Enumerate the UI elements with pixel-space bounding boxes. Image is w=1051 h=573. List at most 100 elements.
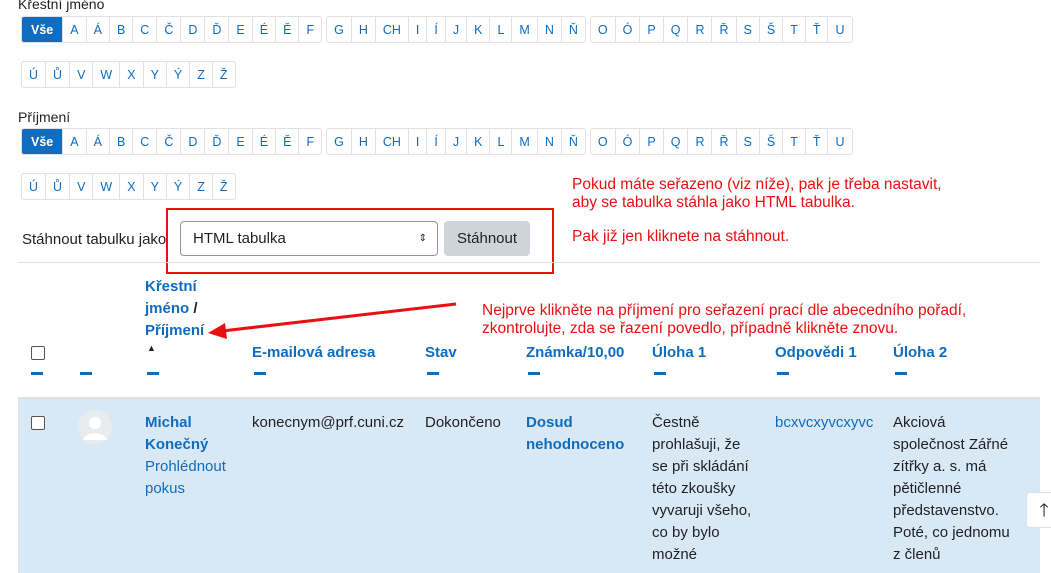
letter[interactable]: L [490, 129, 513, 154]
letter[interactable]: H [352, 17, 376, 42]
letter[interactable]: S [737, 129, 760, 154]
letter[interactable]: P [640, 129, 664, 154]
letter[interactable]: Ý [167, 62, 191, 87]
letter[interactable]: X [120, 62, 144, 87]
letter[interactable]: M [512, 17, 538, 42]
letter[interactable]: Ě [276, 129, 300, 154]
collapse-column-icon[interactable] [654, 372, 666, 375]
question-2-cell[interactable]: Akciová společnost Zářné zítřky a. s. má… [893, 412, 1010, 566]
letter[interactable]: J [446, 17, 468, 42]
letter[interactable]: Ř [712, 17, 737, 42]
grade-cell[interactable]: Dosud nehodnoceno [526, 412, 624, 456]
letter[interactable]: B [110, 129, 134, 154]
letter[interactable]: N [538, 17, 562, 42]
letter[interactable]: A [63, 129, 87, 154]
letter[interactable]: Ů [46, 174, 71, 199]
letter[interactable]: Ť [806, 129, 829, 154]
letter[interactable]: Č [157, 129, 182, 154]
student-last-name[interactable]: Konečný [145, 434, 226, 456]
letter[interactable]: E [229, 17, 253, 42]
letter[interactable]: R [688, 17, 713, 42]
letter[interactable]: K [467, 17, 491, 42]
letter[interactable]: K [467, 129, 491, 154]
header-first-name-line-2[interactable]: jméno [145, 300, 189, 317]
letter[interactable]: Ů [46, 62, 71, 87]
letter[interactable]: F [299, 17, 321, 42]
letter[interactable]: V [70, 174, 94, 199]
review-attempt-link-line-2[interactable]: pokus [145, 478, 226, 500]
letter[interactable]: Ó [616, 17, 641, 42]
letter[interactable]: W [93, 174, 121, 199]
row-checkbox[interactable] [31, 416, 45, 430]
letter[interactable]: Ž [213, 62, 235, 87]
letter[interactable]: H [352, 129, 376, 154]
letter[interactable]: Ú [22, 174, 47, 199]
collapse-column-icon[interactable] [427, 372, 439, 375]
review-attempt-link-line-1[interactable]: Prohlédnout [145, 456, 226, 478]
letter[interactable]: G [327, 129, 352, 154]
letter[interactable]: D [181, 129, 206, 154]
letter[interactable]: Ř [712, 129, 737, 154]
letter[interactable]: C [133, 129, 158, 154]
letter[interactable]: S [737, 17, 760, 42]
letter[interactable]: Í [427, 129, 446, 154]
letter[interactable]: Ú [22, 62, 47, 87]
letter[interactable]: Z [190, 62, 213, 87]
letter[interactable]: J [446, 129, 468, 154]
letter-all[interactable]: Vše [22, 17, 64, 42]
header-last-name[interactable]: Příjmení [145, 320, 204, 342]
letter[interactable]: É [253, 129, 277, 154]
letter[interactable]: C [133, 17, 158, 42]
letter[interactable]: T [783, 17, 806, 42]
letter[interactable]: Á [87, 17, 110, 42]
letter[interactable]: U [828, 17, 851, 42]
letter[interactable]: Z [190, 174, 213, 199]
letter[interactable]: M [512, 129, 538, 154]
letter[interactable]: D [181, 17, 206, 42]
letter[interactable]: Č [157, 17, 182, 42]
collapse-column-icon[interactable] [80, 372, 92, 375]
letter[interactable]: Ž [213, 174, 235, 199]
letter[interactable]: I [409, 17, 428, 42]
letter[interactable]: F [299, 129, 321, 154]
header-question-2[interactable]: Úloha 2 [893, 342, 947, 364]
student-first-name[interactable]: Michal [145, 412, 226, 434]
letter[interactable]: V [70, 62, 94, 87]
letter[interactable]: Ť [806, 17, 829, 42]
letter[interactable]: E [229, 129, 253, 154]
letter[interactable]: Y [144, 174, 167, 199]
letter[interactable]: É [253, 17, 277, 42]
header-email[interactable]: E-mailová adresa [252, 342, 375, 364]
user-avatar-icon[interactable] [78, 410, 112, 444]
letter[interactable]: Š [760, 129, 784, 154]
letter[interactable]: L [490, 17, 513, 42]
letter[interactable]: Q [664, 129, 689, 154]
letter[interactable]: G [327, 17, 352, 42]
collapse-column-icon[interactable] [895, 372, 907, 375]
collapse-column-icon[interactable] [31, 372, 43, 375]
letter[interactable]: A [63, 17, 87, 42]
letter[interactable]: Í [427, 17, 446, 42]
letter[interactable]: U [828, 129, 851, 154]
letter[interactable]: B [110, 17, 134, 42]
letter[interactable]: T [783, 129, 806, 154]
response-1-cell[interactable]: bcxvcxyvcxyvc [775, 412, 873, 434]
letter[interactable]: Á [87, 129, 110, 154]
letter[interactable]: P [640, 17, 664, 42]
collapse-column-icon[interactable] [528, 372, 540, 375]
letter[interactable]: Ě [276, 17, 300, 42]
header-status[interactable]: Stav [425, 342, 457, 364]
back-to-top-button[interactable]: 🡑 [1026, 492, 1051, 528]
letter[interactable]: X [120, 174, 144, 199]
select-all-checkbox[interactable] [31, 346, 45, 360]
letter[interactable]: Ó [616, 129, 641, 154]
letter[interactable]: Q [664, 17, 689, 42]
collapse-column-icon[interactable] [777, 372, 789, 375]
letter[interactable]: CH [376, 129, 409, 154]
letter-all[interactable]: Vše [22, 129, 64, 154]
collapse-column-icon[interactable] [147, 372, 159, 375]
letter[interactable]: I [409, 129, 428, 154]
letter[interactable]: O [591, 129, 616, 154]
header-question-1[interactable]: Úloha 1 [652, 342, 706, 364]
header-grade[interactable]: Známka/10,00 [526, 342, 624, 364]
